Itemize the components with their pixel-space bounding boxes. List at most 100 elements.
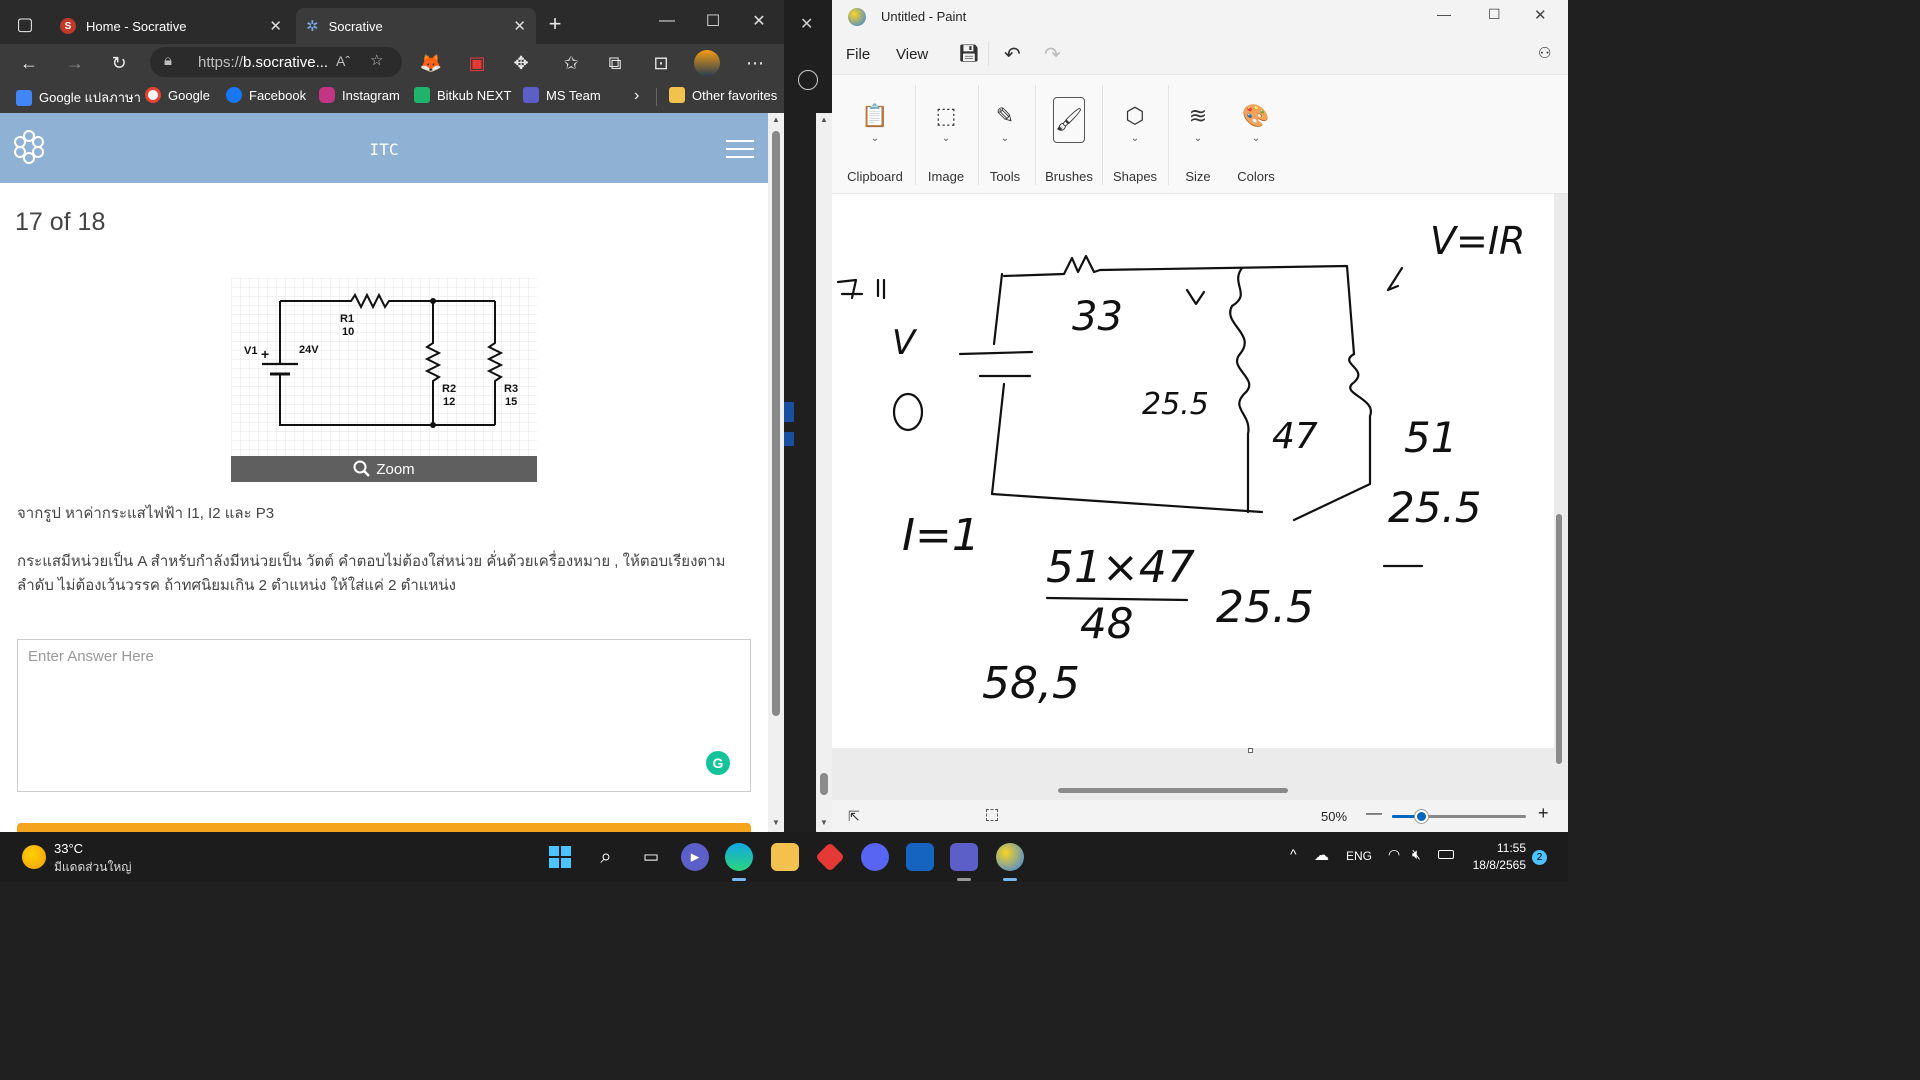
chat-app-icon[interactable]: ▸ — [681, 843, 709, 871]
metamask-extension-icon[interactable]: 🦊 — [418, 50, 444, 76]
paint-taskbar-icon[interactable] — [996, 843, 1024, 871]
discord-icon[interactable] — [861, 843, 889, 871]
circuit-image[interactable]: R1 10 V1 + 24V R2 12 R3 15 — [231, 278, 537, 456]
favorite-google-translate[interactable]: Google แปลภาษา — [16, 87, 141, 108]
extension-icon[interactable]: ▣ — [464, 50, 490, 76]
more-options-icon[interactable]: ⋯ — [742, 50, 768, 76]
ribbon-shapes[interactable]: ⬡ ⌄ Shapes — [1108, 75, 1162, 195]
weather-temperature[interactable]: 33°C — [54, 841, 83, 856]
minimize-icon[interactable]: — — [1437, 6, 1451, 22]
show-hidden-icons-icon[interactable]: ^ — [1290, 846, 1297, 862]
zoom-in-icon[interactable]: + — [1538, 803, 1549, 824]
zoom-button[interactable]: Zoom — [231, 456, 537, 482]
maximize-icon[interactable]: ☐ — [1488, 6, 1501, 23]
weather-sun-icon[interactable] — [22, 845, 46, 869]
file-menu[interactable]: File — [846, 46, 870, 63]
task-view-icon[interactable]: ▭ — [637, 843, 665, 871]
search-icon[interactable]: ⌕ — [592, 843, 620, 871]
favorite-instagram[interactable]: Instagram — [319, 87, 400, 103]
tab-actions-icon[interactable]: ▢ — [12, 11, 38, 37]
share-icon[interactable]: ⚇ — [1538, 44, 1551, 62]
close-window-icon[interactable]: ✕ — [1534, 6, 1547, 24]
weather-description[interactable]: มีแดดส่วนใหญ่ — [54, 858, 132, 877]
drawing-canvas[interactable]: V=IR 33 V 47 25.5 51 25.5 I=1 51×47 48 2… — [832, 194, 1554, 748]
collections-icon[interactable]: ⧉ — [602, 50, 628, 76]
secondary-scrollbar[interactable]: ▲ ▼ — [816, 113, 832, 832]
favorites-icon[interactable]: ✩ — [558, 50, 584, 76]
clock-date[interactable]: 18/8/2565 — [1466, 858, 1526, 872]
favorite-facebook[interactable]: Facebook — [226, 87, 306, 103]
zoom-out-icon[interactable]: — — [1366, 805, 1382, 823]
view-menu[interactable]: View — [896, 46, 928, 63]
favorite-ms-team[interactable]: MS Team — [523, 87, 601, 103]
start-windows-icon[interactable] — [546, 843, 574, 871]
favorite-label: Other favorites — [692, 87, 778, 103]
hamburger-menu-icon[interactable] — [726, 140, 754, 158]
redo-icon[interactable]: ↷ — [1044, 42, 1061, 67]
minimize-icon[interactable]: — — [644, 6, 690, 36]
address-bar[interactable]: 🔒︎ https://b.socrative... Aˆ ☆ — [150, 47, 402, 77]
scroll-down-icon[interactable]: ▼ — [772, 818, 780, 827]
ribbon-colors[interactable]: 🎨 ⌄ Colors — [1232, 75, 1280, 195]
speaker-muted-icon[interactable]: 🔇︎ — [1412, 846, 1421, 863]
new-tab-icon[interactable]: + — [542, 11, 568, 37]
zoom-slider[interactable] — [1392, 810, 1526, 823]
battery-icon[interactable] — [1438, 850, 1454, 859]
lock-icon[interactable]: 🔒︎ — [164, 52, 172, 69]
submit-button[interactable] — [17, 823, 751, 832]
ribbon-image[interactable]: ⬚ ⌄ Image — [920, 75, 972, 195]
teams-icon[interactable] — [950, 843, 978, 871]
canvas-resize-handle[interactable] — [1248, 748, 1253, 753]
chat-icon[interactable] — [798, 70, 818, 90]
save-icon[interactable]: 💾︎ — [958, 44, 980, 64]
edge-browser-icon[interactable] — [725, 843, 753, 871]
tab-socrative[interactable]: ✲ Socrative ✕ — [296, 8, 536, 44]
favorite-other-folder[interactable]: Other favorites — [669, 87, 777, 103]
more-favorites-chevron-icon[interactable]: › — [634, 87, 639, 105]
whiteboard-icon[interactable] — [906, 843, 934, 871]
onedrive-cloud-icon[interactable]: ☁ — [1314, 846, 1329, 864]
ribbon-clipboard[interactable]: 📋 ⌄ Clipboard — [840, 75, 910, 195]
file-explorer-icon[interactable] — [771, 843, 799, 871]
scroll-down-icon[interactable]: ▼ — [820, 818, 828, 827]
ribbon-brushes[interactable]: 🖌 Brushes — [1042, 75, 1096, 195]
tab-home-socrative[interactable]: S Home - Socrative ✕ — [50, 8, 292, 44]
canvas-vertical-scrollbar[interactable] — [1556, 514, 1562, 764]
close-panel-icon[interactable]: ✕ — [800, 14, 813, 34]
read-aloud-icon[interactable]: Aˆ — [336, 53, 350, 69]
notification-count-badge[interactable]: 2 — [1532, 850, 1547, 865]
running-indicator — [732, 878, 746, 881]
close-tab-icon[interactable]: ✕ — [269, 17, 282, 35]
answer-input[interactable] — [28, 648, 628, 665]
back-icon[interactable]: ← — [16, 50, 42, 76]
forward-icon[interactable]: → — [62, 50, 88, 76]
canvas-horizontal-scrollbar[interactable] — [1058, 788, 1288, 793]
favorite-bitkub[interactable]: Bitkub NEXT — [414, 87, 511, 103]
maximize-icon[interactable]: ☐ — [690, 6, 736, 36]
ribbon-tools[interactable]: ✎ ⌄ Tools — [982, 75, 1028, 195]
page-scrollbar[interactable]: ▲ ▼ — [768, 113, 784, 832]
scroll-up-icon[interactable]: ▲ — [772, 115, 780, 124]
scrollbar-thumb[interactable] — [772, 131, 780, 716]
wifi-icon[interactable]: ◠ — [1388, 846, 1400, 863]
zoom-slider-thumb[interactable] — [1415, 810, 1429, 823]
scrollbar-thumb[interactable] — [820, 773, 828, 795]
close-window-icon[interactable]: ✕ — [736, 6, 782, 36]
grammarly-icon[interactable]: G — [706, 751, 730, 775]
profile-avatar[interactable] — [694, 50, 720, 76]
edge-bar-icon[interactable]: ⊡ — [648, 50, 674, 76]
divider — [1168, 85, 1169, 185]
favorite-google[interactable]: Google — [145, 87, 210, 103]
add-favorite-icon[interactable]: ☆ — [370, 51, 383, 69]
close-tab-icon[interactable]: ✕ — [513, 17, 526, 35]
scroll-up-icon[interactable]: ▲ — [820, 115, 828, 124]
clock-time[interactable]: 11:55 — [1466, 841, 1526, 855]
extensions-puzzle-icon[interactable]: ✥ — [508, 50, 534, 76]
anydesk-icon[interactable] — [815, 842, 845, 872]
input-language[interactable]: ENG — [1346, 849, 1372, 863]
ribbon-size[interactable]: ≋ ⌄ Size — [1176, 75, 1220, 195]
answer-textarea[interactable]: G — [17, 639, 751, 792]
chevron-down-icon: ⌄ — [941, 133, 951, 144]
undo-icon[interactable]: ↶ — [1004, 42, 1021, 67]
refresh-icon[interactable]: ↻ — [106, 50, 132, 76]
